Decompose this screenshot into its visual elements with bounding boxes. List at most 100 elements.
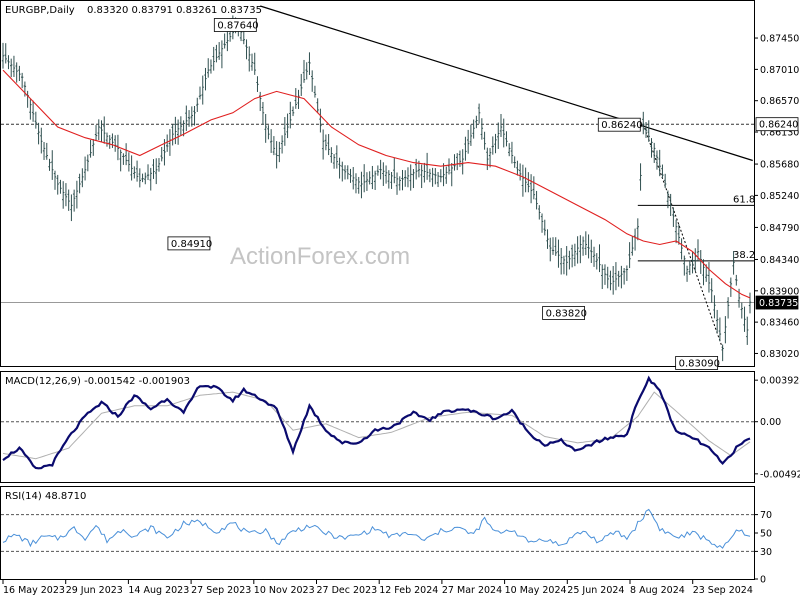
price-bar (138, 168, 142, 188)
price-bar (466, 129, 470, 154)
price-annotation: 0.83820 (542, 306, 587, 320)
price-bar (740, 302, 743, 319)
chart-canvas: EURGBP,Daily 0.83320 0.83791 0.83261 0.8… (0, 0, 800, 596)
price-bar (346, 165, 349, 180)
price-bar (483, 131, 486, 150)
price-bar (286, 113, 289, 139)
price-bar (105, 132, 109, 147)
price-bar (603, 264, 607, 285)
price-bar (584, 231, 588, 256)
price-annotation-text: 0.83820 (546, 308, 587, 319)
price-bar (193, 105, 196, 126)
axis-price-marker-text: 0.83735 (759, 298, 798, 309)
price-bar (248, 46, 251, 72)
price-bar (297, 89, 300, 109)
price-axis-label: 0.83020 (760, 349, 799, 360)
price-bar (565, 246, 568, 276)
price-bar (368, 171, 371, 185)
price-bar (207, 58, 210, 78)
price-bar (94, 125, 98, 141)
price-bar (146, 164, 150, 181)
price-bar (595, 253, 598, 270)
fib-diagonal-dotted (642, 124, 724, 349)
price-bar (324, 134, 328, 151)
price-bar (513, 156, 516, 168)
rsi-axis-label: 30 (760, 547, 772, 558)
price-bar (155, 158, 158, 185)
price-bar (486, 147, 489, 171)
price-bar (7, 55, 10, 70)
price-bar (521, 164, 525, 197)
price-bar (31, 100, 35, 122)
price-bar (108, 135, 111, 149)
price-bar (647, 120, 650, 142)
price-bar (59, 179, 62, 194)
price-bar (291, 106, 295, 117)
price-bar (735, 274, 738, 286)
price-bar (425, 152, 429, 180)
price-bar (680, 238, 683, 260)
price-bar (549, 237, 552, 262)
price-bar (655, 150, 659, 170)
price-bar (373, 170, 377, 190)
price-bar (37, 122, 40, 145)
price-bar (83, 156, 87, 181)
price-bar (617, 270, 620, 287)
price-axis-label: 0.87450 (760, 34, 799, 45)
price-axis-label: 0.84790 (760, 223, 799, 234)
price-bar (510, 141, 514, 164)
price-bar (491, 136, 494, 155)
price-bar (672, 207, 675, 227)
price-bar (395, 172, 399, 195)
price-bar (710, 278, 713, 303)
date-axis-label: 25 Jun 2024 (567, 585, 624, 596)
price-bar (217, 42, 221, 60)
price-bar (387, 170, 391, 189)
price-bar (653, 142, 656, 163)
price-bar (360, 171, 363, 199)
price-bar (590, 239, 593, 264)
price-bar (499, 113, 503, 137)
price-bar (609, 270, 612, 291)
price-bar (439, 169, 443, 183)
price-axis-label: 0.84340 (760, 255, 799, 266)
price-bar (56, 174, 59, 195)
price-annotation: 0.84910 (167, 236, 212, 251)
price-bar (436, 172, 440, 188)
price-bar (215, 44, 218, 63)
price-bar (606, 266, 609, 289)
price-bar (354, 173, 358, 194)
price-bar (42, 142, 46, 160)
price-bar (579, 235, 582, 264)
price-bar (48, 158, 51, 171)
price-bar (639, 163, 642, 191)
rsi-header: RSI(14) 48.8710 (5, 491, 86, 502)
price-bar (250, 53, 254, 71)
price-bar (64, 183, 68, 207)
price-bar (412, 169, 415, 189)
price-bar (598, 244, 601, 273)
price-bar (256, 76, 259, 92)
price-bar (620, 265, 623, 289)
price-bar (185, 105, 188, 131)
price-bar (516, 160, 519, 176)
price-bar (663, 173, 667, 188)
price-bar (124, 143, 128, 166)
price-bar (376, 165, 380, 176)
price-bar (414, 158, 418, 180)
price-bar (204, 67, 207, 91)
price-bar (683, 255, 686, 276)
price-bar (480, 118, 484, 140)
price-bar (445, 166, 448, 184)
price-bar (557, 239, 560, 268)
price-bar (174, 116, 177, 145)
price-bar (382, 162, 385, 186)
price-bar (343, 165, 347, 180)
price-bar (212, 46, 215, 71)
price-bar (349, 168, 352, 183)
price-bar (283, 117, 287, 146)
price-bar (505, 131, 508, 147)
price-bar (398, 176, 401, 191)
date-axis-label: 23 Sep 2024 (693, 585, 753, 596)
price-axis-label: 0.87010 (760, 65, 799, 76)
